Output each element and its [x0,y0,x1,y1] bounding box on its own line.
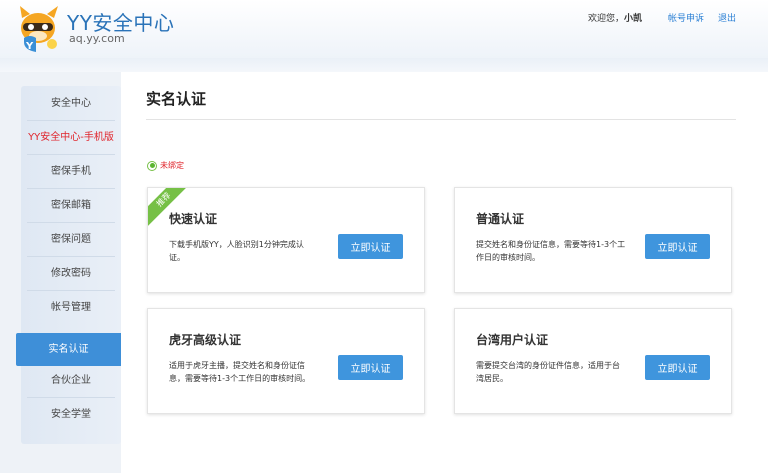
svg-text:Y: Y [25,41,34,52]
normal-auth-button[interactable]: 立即认证 [645,234,710,259]
quick-auth-button[interactable]: 立即认证 [338,234,403,259]
card-description: 需要提交台湾的身份证件信息，适用于台湾居民。 [476,361,620,383]
user-links: 欢迎您，小凯 帐号申诉 退出 [588,11,736,24]
title-divider [146,119,736,120]
sidebar-item-real-name[interactable]: 实名认证 [16,333,121,366]
sidebar-item-security-question[interactable]: 密保问题 [21,223,121,256]
card-title: 虎牙高级认证 [169,333,242,347]
card-description: 提交姓名和身份证信息，需要等待1-3个工作日的审核时间。 [476,240,626,262]
main-panel: 实名认证 未绑定 推荐 快速认证 下载手机版YY，人脸识别1分钟完成认证。 立即… [121,72,768,473]
header-band [0,58,768,72]
card-description: 适用于虎牙主播，提交姓名和身份证信息，需要等待1-3个工作日的审核时间。 [169,361,311,383]
logout-link[interactable]: 退出 [718,11,736,24]
sidebar-item-security-email[interactable]: 密保邮箱 [21,189,121,222]
sidebar-item-change-password[interactable]: 修改密码 [21,257,121,290]
card-description: 下载手机版YY，人脸识别1分钟完成认证。 [169,240,304,262]
sidebar-item-security-phone[interactable]: 密保手机 [21,155,121,188]
account-appeal-link[interactable]: 帐号申诉 [668,11,704,24]
sidebar-item-partner[interactable]: 合伙企业 [21,364,121,397]
site-header: Y YY安全中心 aq.yy.com 欢迎您，小凯 帐号申诉 退出 [0,0,768,58]
card-normal-auth: 普通认证 提交姓名和身份证信息，需要等待1-3个工作日的审核时间。 立即认证 [454,187,732,293]
card-title: 台湾用户认证 [476,333,549,347]
card-taiwan-auth: 台湾用户认证 需要提交台湾的身份证件信息，适用于台湾居民。 立即认证 [454,308,732,414]
sidebar-item-security-center[interactable]: 安全中心 [21,87,121,120]
yy-logo-icon[interactable]: Y [16,4,62,54]
status-text: 未绑定 [160,161,184,170]
sidebar-nav: 安全中心 YY安全中心-手机版 密保手机 密保邮箱 密保问题 修改密码 帐号管理… [16,86,121,444]
sidebar-item-security-school[interactable]: 安全学堂 [21,398,121,431]
sidebar-item-account-management[interactable]: 帐号管理 [21,291,121,324]
card-huya-auth: 虎牙高级认证 适用于虎牙主播，提交姓名和身份证信息，需要等待1-3个工作日的审核… [147,308,425,414]
huya-auth-button[interactable]: 立即认证 [338,355,403,380]
card-title: 普通认证 [476,212,525,226]
card-quick-auth: 推荐 快速认证 下载手机版YY，人脸识别1分钟完成认证。 立即认证 [147,187,425,293]
username: 小凯 [623,14,642,24]
binding-status: 未绑定 [147,160,184,171]
site-domain: aq.yy.com [69,32,125,45]
page-title: 实名认证 [146,90,207,108]
welcome-prefix: 欢迎您， [587,14,624,24]
card-title: 快速认证 [169,212,218,226]
taiwan-auth-button[interactable]: 立即认证 [645,355,710,380]
status-radio-icon [147,160,157,171]
welcome-text: 欢迎您，小凯 [588,11,642,24]
sidebar-item-mobile-version[interactable]: YY安全中心-手机版 [21,121,121,154]
